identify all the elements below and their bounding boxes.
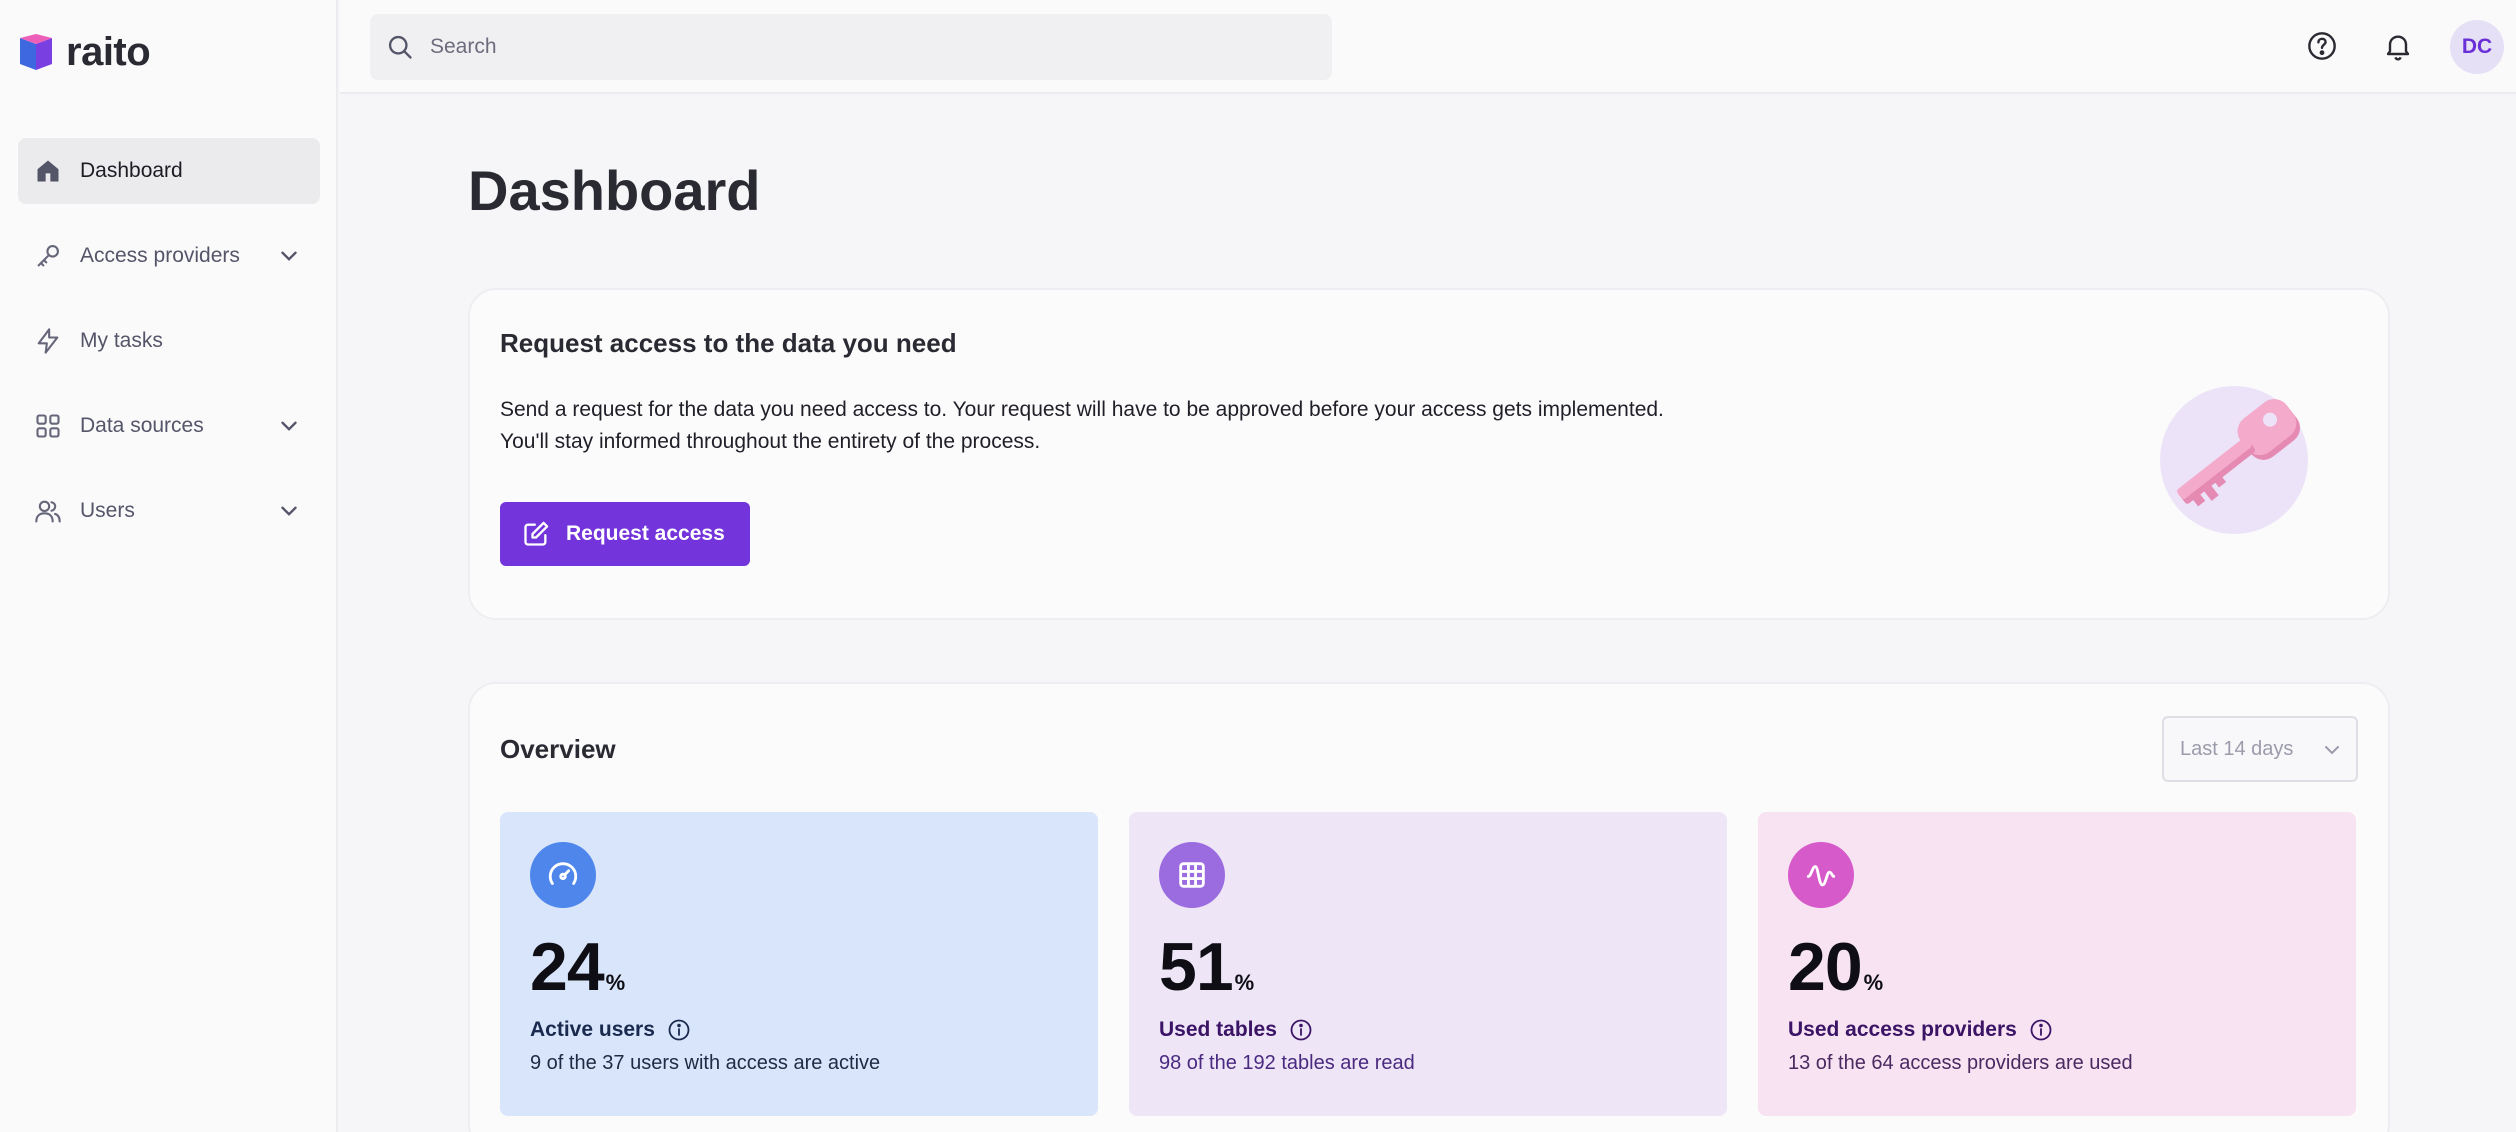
app-name: raito [66, 30, 151, 74]
chevron-down-icon[interactable] [276, 413, 302, 439]
sidebar: raito Dashboard Access providers My task… [0, 0, 338, 1132]
info-icon[interactable] [1289, 1018, 1313, 1042]
info-icon[interactable] [667, 1018, 691, 1042]
stat-label-text: Used access providers [1788, 1018, 2017, 1041]
avatar[interactable]: DC [2450, 20, 2504, 74]
stat-label-text: Used tables [1159, 1018, 1277, 1041]
sidebar-item-my-tasks[interactable]: My tasks [18, 308, 320, 374]
sidebar-item-users[interactable]: Users [18, 478, 320, 544]
chevron-down-icon[interactable] [276, 498, 302, 524]
request-access-button[interactable]: Request access [500, 502, 750, 566]
sidebar-item-label: Users [80, 499, 135, 522]
key-icon [32, 240, 64, 272]
data-sources-icon [32, 410, 64, 442]
sidebar-item-access-providers[interactable]: Access providers [18, 223, 320, 289]
stat-number: 24 [530, 929, 605, 1005]
request-description-line: Send a request for the data you need acc… [500, 398, 1664, 421]
key-illustration-icon [2160, 386, 2308, 534]
search-input[interactable] [430, 35, 1290, 59]
sidebar-item-label: Access providers [80, 244, 240, 267]
sidebar-item-label: Data sources [80, 414, 204, 437]
stat-number: 51 [1159, 929, 1234, 1005]
page-title: Dashboard [468, 159, 761, 222]
stat-label-text: Active users [530, 1018, 655, 1041]
raito-logo-icon [20, 33, 52, 70]
help-icon[interactable] [2304, 28, 2340, 64]
stat-unit: % [1863, 970, 1884, 995]
info-icon[interactable] [2029, 1018, 2053, 1042]
time-range-select[interactable]: Last 14 days [2162, 716, 2358, 782]
stat-description: 98 of the 192 tables are read [1159, 1052, 1415, 1074]
sidebar-item-label: Dashboard [80, 159, 183, 182]
stat-value: 24 % [530, 928, 625, 1006]
logo[interactable]: raito [18, 30, 151, 75]
overview-title: Overview [500, 734, 616, 764]
stat-value: 20 % [1788, 928, 1883, 1006]
request-access-card: Request access to the data you need Send… [468, 288, 2390, 620]
stat-card-used-access-providers: 20 % Used access providers 13 of the 64 … [1758, 812, 2356, 1116]
stat-card-active-users: 24 % Active users 9 of the 37 users with… [500, 812, 1098, 1116]
users-icon [32, 495, 64, 527]
request-description-line: You'll stay informed throughout the enti… [500, 430, 1041, 453]
search-icon [388, 35, 412, 59]
sidebar-item-label: My tasks [80, 329, 163, 352]
stat-description: 9 of the 37 users with access are active [530, 1052, 881, 1074]
edit-icon [524, 521, 549, 546]
sidebar-item-data-sources[interactable]: Data sources [18, 393, 320, 459]
sidebar-nav: Dashboard Access providers My tasks Data… [18, 138, 320, 563]
sidebar-item-dashboard[interactable]: Dashboard [18, 138, 320, 204]
stat-card-used-tables: 51 % Used tables 98 of the 192 tables ar… [1129, 812, 1727, 1116]
time-range-value: Last 14 days [2180, 737, 2294, 760]
gauge-icon [530, 842, 596, 908]
bolt-icon [32, 325, 64, 357]
bell-icon[interactable] [2380, 28, 2416, 64]
request-card-description: Send a request for the data you need acc… [500, 394, 1700, 458]
stat-value: 51 % [1159, 928, 1254, 1006]
activity-icon [1788, 842, 1854, 908]
stat-number: 20 [1788, 929, 1863, 1005]
topbar: DC [340, 0, 2516, 94]
stat-description: 13 of the 64 access providers are used [1788, 1052, 2133, 1074]
stat-unit: % [1234, 970, 1255, 995]
stat-label: Used tables [1159, 1018, 1313, 1042]
app-root: raito Dashboard Access providers My task… [0, 0, 2516, 1132]
table-icon [1159, 842, 1225, 908]
request-card-title: Request access to the data you need [500, 328, 957, 358]
chevron-down-icon[interactable] [276, 243, 302, 269]
chevron-down-icon [2325, 746, 2339, 755]
stat-unit: % [605, 970, 626, 995]
stat-label: Active users [530, 1018, 691, 1042]
overview-card: Overview Last 14 days 24 % Active users … [468, 682, 2390, 1132]
search-box[interactable] [370, 14, 1332, 80]
stat-label: Used access providers [1788, 1018, 2053, 1042]
home-icon [32, 155, 64, 187]
request-access-label: Request access [566, 522, 725, 545]
